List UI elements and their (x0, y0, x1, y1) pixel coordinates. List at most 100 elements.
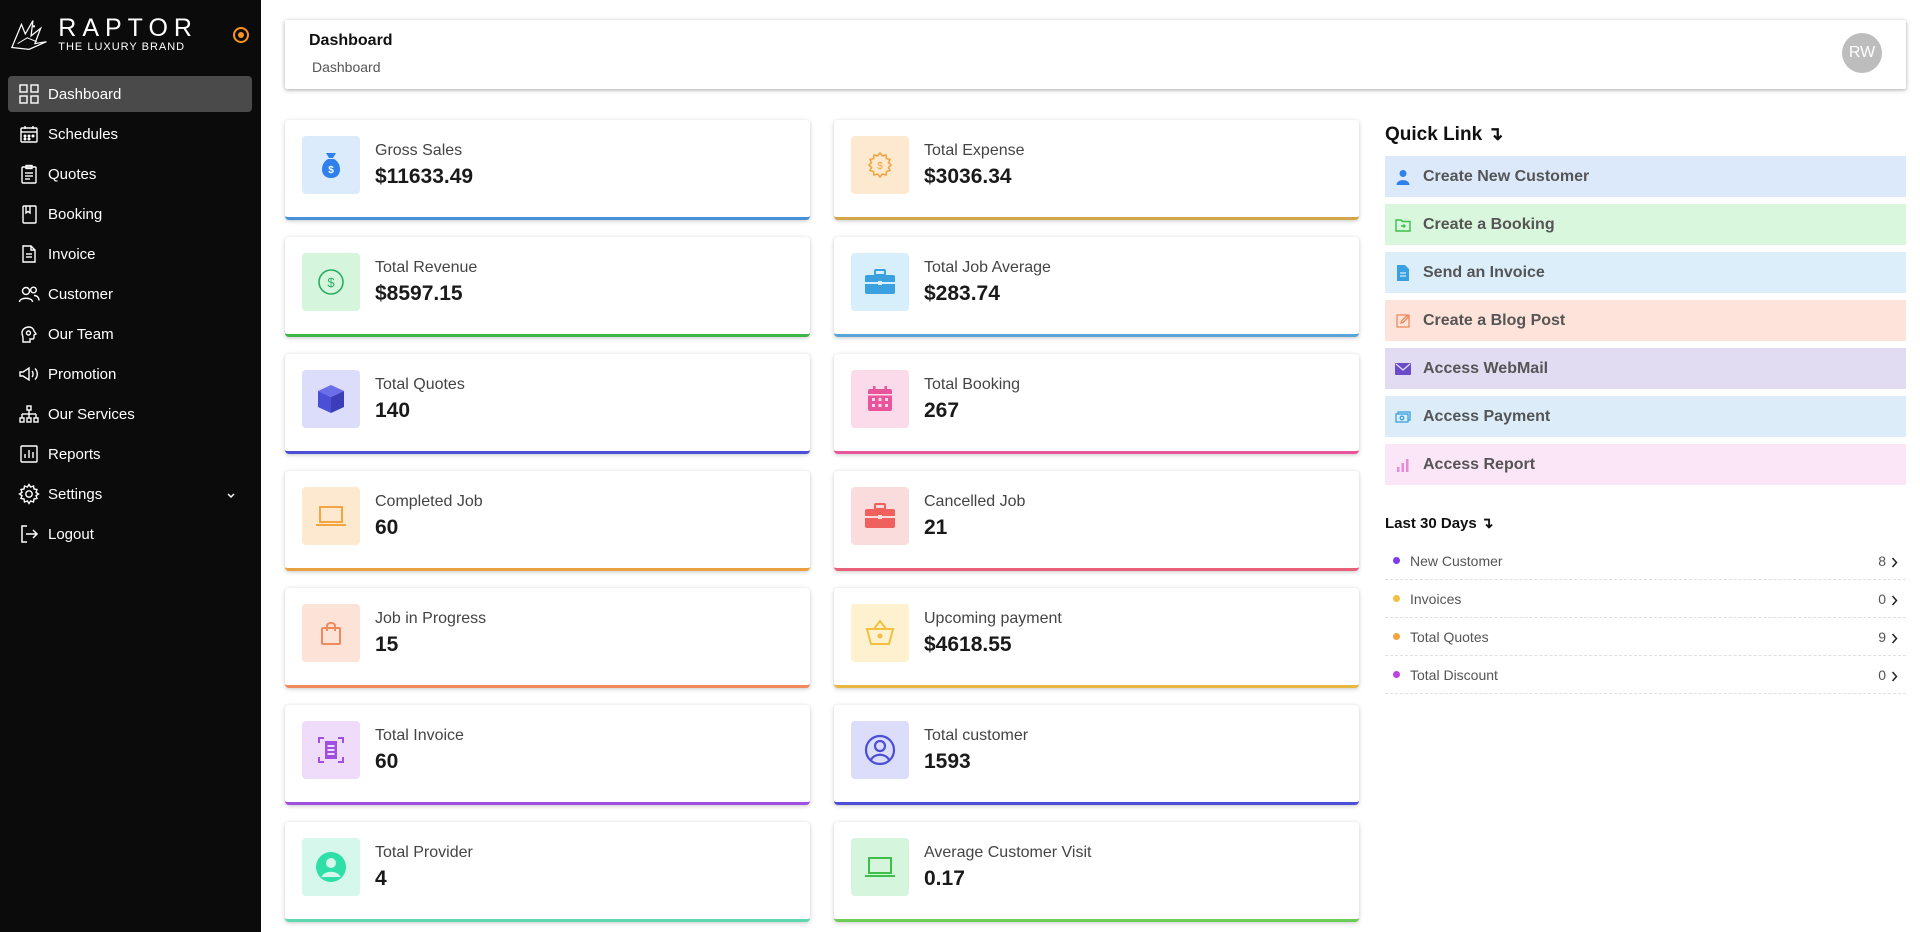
document-icon (18, 243, 40, 265)
status-dot (1393, 633, 1400, 640)
network-icon (18, 403, 40, 425)
svg-text:$: $ (328, 165, 334, 176)
stat-label: Total Invoice (375, 727, 464, 744)
clipboard-icon (18, 163, 40, 185)
chevron-right-icon (1891, 631, 1898, 647)
stat-card[interactable]: Total Quotes 140 (285, 354, 810, 454)
breadcrumb[interactable]: Dashboard (312, 59, 381, 75)
stat-card[interactable]: Total Booking 267 (834, 354, 1359, 454)
sidebar-item-dashboard[interactable]: Dashboard (8, 76, 252, 112)
sidebar-item-invoice[interactable]: Invoice (8, 236, 252, 272)
stat-label: Completed Job (375, 493, 483, 510)
sidebar-item-reports[interactable]: Reports (8, 436, 252, 472)
cash-icon (1395, 409, 1411, 425)
list-item[interactable]: Invoices 0 (1385, 580, 1906, 618)
quick-link-access-payment[interactable]: Access Payment (1385, 396, 1906, 437)
stat-card[interactable]: $ Gross Sales $11633.49 (285, 120, 810, 220)
stat-card[interactable]: Total Invoice 60 (285, 705, 810, 805)
quick-link-create-booking[interactable]: Create a Booking (1385, 204, 1906, 245)
list-item-count: 8 (1878, 552, 1886, 569)
brain-icon (18, 323, 40, 345)
sidebar-item-logout[interactable]: Logout (8, 516, 252, 552)
stat-card[interactable]: $ Total Expense $3036.34 (834, 120, 1359, 220)
sidebar-toggle-button[interactable] (233, 27, 249, 43)
quick-link-create-blog-post[interactable]: Create a Blog Post (1385, 300, 1906, 341)
quick-link-create-customer[interactable]: Create New Customer (1385, 156, 1906, 197)
list-item-count: 0 (1878, 590, 1886, 607)
list-item[interactable]: Total Quotes 9 (1385, 618, 1906, 656)
chevron-right-icon (1891, 593, 1898, 609)
last-30-days-title: Last 30 Days ↴ (1385, 515, 1494, 532)
stat-label: Job in Progress (375, 610, 487, 627)
sidebar-nav: Dashboard Schedules Quotes Booking Invoi… (8, 76, 252, 556)
cube-icon (302, 370, 360, 428)
sidebar-item-label: Our Services (48, 405, 135, 423)
stat-value: 0.17 (924, 867, 965, 890)
stat-card[interactable]: $ Total Revenue $8597.15 (285, 237, 810, 337)
user-circle-icon (851, 721, 909, 779)
stat-value: 21 (924, 516, 948, 539)
stat-value: $8597.15 (375, 282, 463, 305)
stat-label: Total Booking (924, 376, 1021, 393)
stat-label: Average Customer Visit (924, 844, 1092, 861)
stat-value: 1593 (924, 750, 971, 773)
list-item-count: 9 (1878, 628, 1886, 645)
sidebar-item-our-team[interactable]: Our Team (8, 316, 252, 352)
quick-link-send-invoice[interactable]: Send an Invoice (1385, 252, 1906, 293)
chevron-right-icon (1891, 669, 1898, 685)
sidebar-item-promotion[interactable]: Promotion (8, 356, 252, 392)
list-item[interactable]: Total Discount 0 (1385, 656, 1906, 694)
sidebar-item-booking[interactable]: Booking (8, 196, 252, 232)
stat-card[interactable]: Average Customer Visit 0.17 (834, 822, 1359, 922)
stat-label: Upcoming payment (924, 610, 1062, 627)
quick-link-label: Send an Invoice (1423, 263, 1545, 281)
sidebar-item-label: Promotion (48, 365, 117, 383)
calendar-icon (851, 370, 909, 428)
file-icon (1395, 264, 1411, 281)
svg-text:$: $ (877, 161, 883, 172)
stat-card[interactable]: Total customer 1593 (834, 705, 1359, 805)
page-header: Dashboard Dashboard RW (285, 20, 1906, 89)
sidebar: RAPTOR THE LUXURY BRAND Dashboard Schedu… (0, 0, 261, 932)
stat-card[interactable]: Total Job Average $283.74 (834, 237, 1359, 337)
sidebar-item-label: Booking (48, 205, 103, 223)
sidebar-item-settings[interactable]: Settings (8, 476, 252, 512)
stat-value: $3036.34 (924, 165, 1012, 188)
raptor-logo-icon (10, 20, 47, 51)
status-dot (1393, 557, 1400, 564)
quick-link-access-webmail[interactable]: Access WebMail (1385, 348, 1906, 389)
briefcase-icon (851, 487, 909, 545)
mail-icon (1395, 361, 1411, 377)
stat-card[interactable]: Cancelled Job 21 (834, 471, 1359, 571)
stat-card[interactable]: Total Provider 4 (285, 822, 810, 922)
sidebar-item-our-services[interactable]: Our Services (8, 396, 252, 432)
quick-link-label: Access WebMail (1423, 359, 1549, 377)
stat-value: 60 (375, 516, 399, 539)
stat-card[interactable]: Job in Progress 15 (285, 588, 810, 688)
stat-label: Cancelled Job (924, 493, 1026, 510)
quick-link-access-report[interactable]: Access Report (1385, 444, 1906, 485)
dollar-circle-icon: $ (302, 253, 360, 311)
list-item-label: New Customer (1410, 552, 1503, 569)
sidebar-item-schedules[interactable]: Schedules (8, 116, 252, 152)
list-item[interactable]: New Customer 8 (1385, 542, 1906, 580)
avatar[interactable]: RW (1842, 33, 1882, 73)
stat-card[interactable]: Completed Job 60 (285, 471, 810, 571)
report-icon (18, 443, 40, 465)
sidebar-item-label: Logout (48, 525, 94, 543)
brand-logo[interactable]: RAPTOR THE LUXURY BRAND (8, 14, 198, 54)
list-item-label: Invoices (1410, 590, 1462, 607)
stat-value: $11633.49 (375, 165, 474, 188)
sidebar-item-customer[interactable]: Customer (8, 276, 252, 312)
basket-icon (851, 604, 909, 662)
bookmark-icon (18, 203, 40, 225)
chevron-right-icon (1891, 555, 1898, 571)
svg-text:$: $ (327, 275, 335, 290)
sidebar-item-quotes[interactable]: Quotes (8, 156, 252, 192)
money-bag-icon: $ (302, 136, 360, 194)
stat-card[interactable]: Upcoming payment $4618.55 (834, 588, 1359, 688)
quick-link-label: Access Report (1423, 455, 1536, 473)
quick-link-label: Create New Customer (1423, 167, 1590, 185)
status-dot (1393, 671, 1400, 678)
stat-value: 267 (924, 399, 960, 422)
